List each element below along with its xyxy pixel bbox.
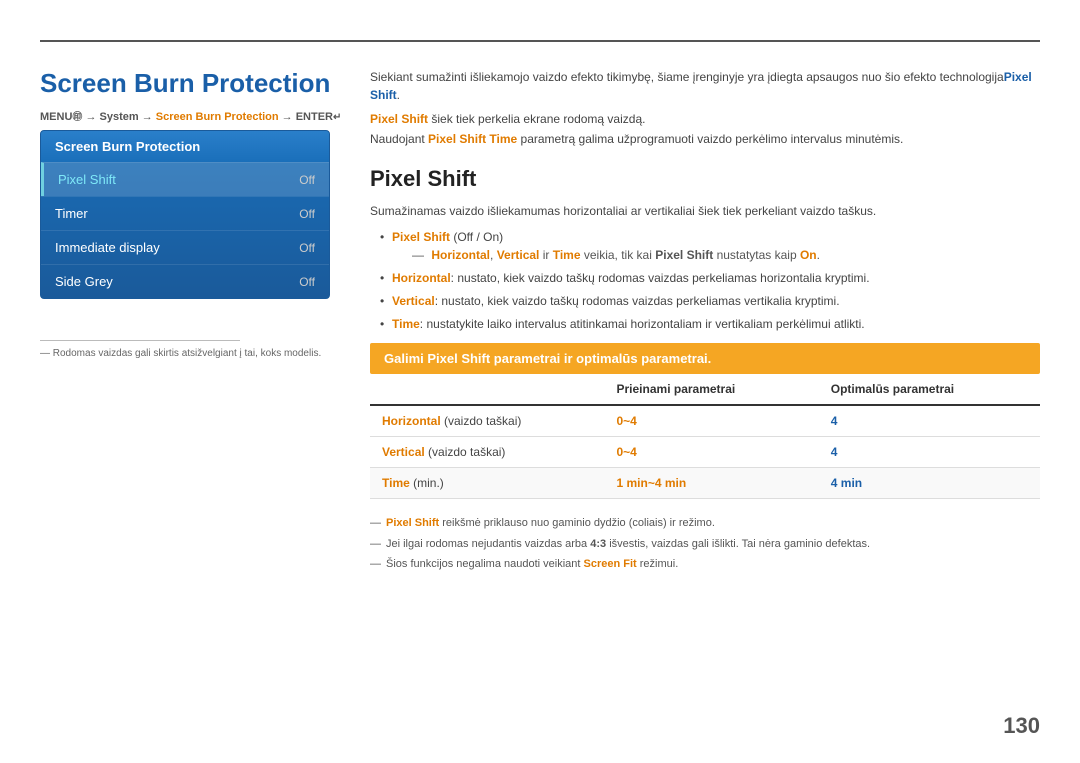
- bullet-item-time: Time: nustatykite laiko intervalus atiti…: [380, 315, 1040, 333]
- menu-item-timer[interactable]: Timer Off: [41, 196, 329, 230]
- bottom-note-2: Jei ilgai rodomas nejudantis vaizdas arb…: [370, 536, 1040, 553]
- menu-item-label: Pixel Shift: [58, 172, 116, 187]
- bullet-item-horizontal: Horizontal: nustato, kiek vaizdo taškų r…: [380, 269, 1040, 287]
- pixel-shift-desc: Sumažinamas vaizdo išliekamumas horizont…: [370, 204, 1040, 218]
- menu-item-immediate-display[interactable]: Immediate display Off: [41, 230, 329, 264]
- bottom-note-1: Pixel Shift reikšmė priklauso nuo gamini…: [370, 515, 1040, 532]
- bullet-item-pixel-shift: Pixel Shift (Off / On) Horizontal, Verti…: [380, 228, 1040, 264]
- table-header-param: [370, 374, 605, 405]
- table-header-optimalus: Optimalūs parametrai: [819, 374, 1040, 405]
- menu-box-title: Screen Burn Protection: [41, 131, 329, 162]
- menu-item-value: Off: [299, 275, 315, 289]
- menu-item-value: Off: [299, 173, 315, 187]
- top-divider: [40, 40, 1040, 42]
- footnote-text: ― Rodomas vaizdas gali skirtis atsižvelg…: [40, 348, 321, 359]
- table-cell-optimalus: 4: [819, 437, 1040, 468]
- table-cell-label: Horizontal (vaizdo taškai): [370, 405, 605, 437]
- left-panel: Screen Burn Protection Pixel Shift Off T…: [40, 130, 330, 299]
- highlight-box: Galimi Pixel Shift parametrai ir optimal…: [370, 343, 1040, 374]
- table-cell-optimalus: 4 min: [819, 468, 1040, 499]
- intro-paragraph-2: Pixel Shift šiek tiek perkelia ekrane ro…: [370, 112, 1040, 126]
- table-header-prieinami: Prieinami parametrai: [605, 374, 819, 405]
- page-number: 130: [1003, 713, 1040, 739]
- bottom-note-3: Šios funkcijos negalima naudoti veikiant…: [370, 556, 1040, 573]
- menu-item-value: Off: [299, 207, 315, 221]
- table-cell-label: Time (min.): [370, 468, 605, 499]
- bottom-notes: Pixel Shift reikšmė priklauso nuo gamini…: [370, 515, 1040, 573]
- intro-paragraph-1: Siekiant sumažinti išliekamojo vaizdo ef…: [370, 68, 1040, 104]
- menu-item-label: Timer: [55, 206, 88, 221]
- table-row: Time (min.) 1 min~4 min 4 min: [370, 468, 1040, 499]
- menu-item-label: Immediate display: [55, 240, 160, 255]
- menu-item-value: Off: [299, 241, 315, 255]
- sub-bullet-horizontal-vertical: Horizontal, Vertical ir Time veikia, tik…: [412, 246, 1040, 264]
- table-cell-prieinami: 1 min~4 min: [605, 468, 819, 499]
- intro-paragraph-3: Naudojant Pixel Shift Time parametrą gal…: [370, 132, 1040, 146]
- bullet-list: Pixel Shift (Off / On) Horizontal, Verti…: [380, 228, 1040, 333]
- menu-item-pixel-shift[interactable]: Pixel Shift Off: [41, 162, 329, 196]
- menu-box: Screen Burn Protection Pixel Shift Off T…: [40, 130, 330, 299]
- footnote-divider: [40, 340, 240, 341]
- breadcrumb: MENU㊞ → System → Screen Burn Protection …: [40, 108, 341, 123]
- pixel-shift-title: Pixel Shift: [370, 166, 1040, 192]
- table-row: Horizontal (vaizdo taškai) 0~4 4: [370, 405, 1040, 437]
- menu-item-side-grey[interactable]: Side Grey Off: [41, 264, 329, 298]
- table-cell-optimalus: 4: [819, 405, 1040, 437]
- menu-item-label: Side Grey: [55, 274, 113, 289]
- params-table: Prieinami parametrai Optimalūs parametra…: [370, 374, 1040, 499]
- page-title: Screen Burn Protection: [40, 68, 330, 99]
- table-row: Vertical (vaizdo taškai) 0~4 4: [370, 437, 1040, 468]
- bullet-item-vertical: Vertical: nustato, kiek vaizdo taškų rod…: [380, 292, 1040, 310]
- table-cell-prieinami: 0~4: [605, 437, 819, 468]
- table-cell-prieinami: 0~4: [605, 405, 819, 437]
- right-content: Siekiant sumažinti išliekamojo vaizdo ef…: [370, 68, 1040, 577]
- table-cell-label: Vertical (vaizdo taškai): [370, 437, 605, 468]
